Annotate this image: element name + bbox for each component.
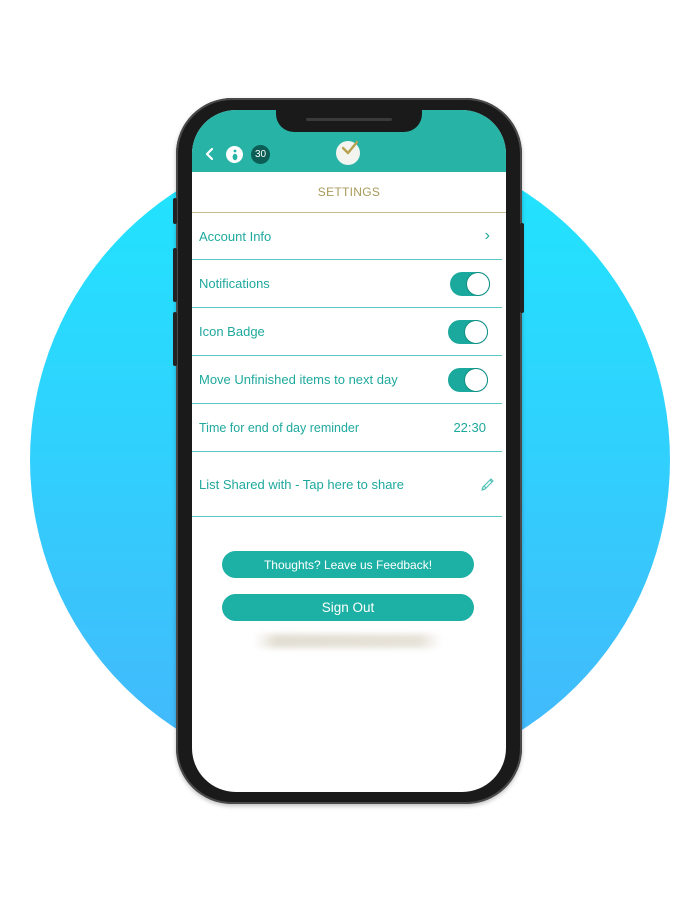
pencil-icon: [481, 478, 494, 491]
row-label: Time for end of day reminder: [199, 420, 360, 435]
back-button[interactable]: [204, 147, 216, 161]
sign-out-button[interactable]: Sign Out: [222, 594, 474, 621]
chevron-left-icon: [205, 147, 214, 161]
page-title: SETTINGS: [192, 172, 506, 213]
notch: [276, 110, 422, 132]
info-button[interactable]: [226, 146, 243, 163]
edit-share-button[interactable]: [480, 476, 496, 492]
row-label: List Shared with - Tap here to share: [199, 476, 404, 492]
settings-row-list-shared[interactable]: List Shared with - Tap here to share: [192, 452, 502, 517]
app-screen: 30 SETTINGS Account Info › Notifications…: [192, 110, 506, 792]
row-label: Notifications: [199, 276, 270, 291]
row-label: Move Unfinished items to next day: [199, 372, 398, 387]
reminder-time-value[interactable]: 22:30: [453, 420, 486, 435]
volume-down-button: [173, 312, 177, 366]
volume-up-button: [173, 248, 177, 302]
app-logo: [336, 140, 360, 165]
chevron-right-icon: ›: [484, 227, 490, 244]
mute-switch: [173, 198, 177, 224]
blurred-text: [254, 634, 442, 648]
settings-row-icon-badge: Icon Badge: [192, 308, 502, 356]
icon-badge-toggle[interactable]: [448, 319, 488, 344]
count-badge[interactable]: 30: [251, 145, 270, 164]
move-unfinished-toggle[interactable]: [448, 367, 488, 392]
settings-row-notifications: Notifications: [192, 260, 502, 308]
settings-list: Account Info › Notifications Icon Badge …: [192, 213, 506, 517]
row-label: Account Info: [199, 228, 272, 244]
toggle-knob: [465, 368, 487, 391]
info-icon: [232, 149, 237, 160]
settings-row-move-unfinished: Move Unfinished items to next day: [192, 356, 502, 404]
notifications-toggle[interactable]: [450, 271, 490, 296]
speaker-grille: [306, 118, 392, 121]
toggle-knob: [467, 272, 489, 295]
feedback-button[interactable]: Thoughts? Leave us Feedback!: [222, 551, 474, 578]
toggle-knob: [465, 320, 487, 343]
row-label: Icon Badge: [199, 324, 265, 339]
settings-row-reminder-time[interactable]: Time for end of day reminder 22:30: [192, 404, 502, 452]
phone-frame: 30 SETTINGS Account Info › Notifications…: [173, 98, 524, 804]
power-button: [520, 223, 524, 313]
settings-row-account-info[interactable]: Account Info ›: [192, 213, 502, 260]
checkmark-clock-logo-icon: [341, 140, 359, 155]
